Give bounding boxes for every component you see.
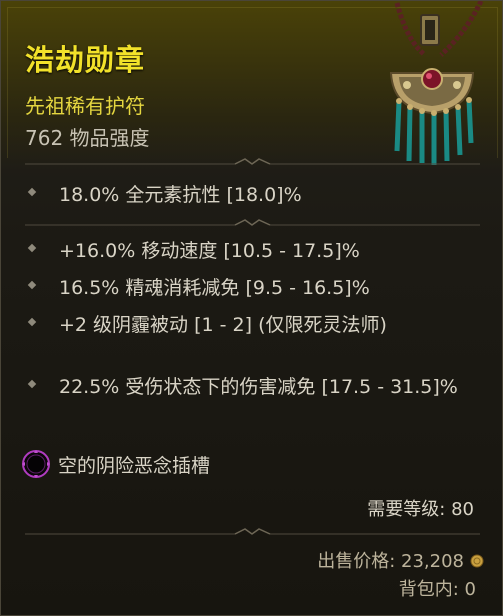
amulet-icon [389,1,484,165]
socket-label: 空的阴险恶念插槽 [58,455,211,477]
affix: +16.0% 移动速度 [10.5 - 17.5]% [27,237,479,266]
affix-bullet-icon [27,317,37,327]
level-requirement: 需要等级: 80 [367,499,474,520]
item-tooltip: 浩劫勋章 先祖稀有护符 762 物品强度 18.0% 全元素抗性 [18.0]%… [0,0,503,616]
item-name: 浩劫勋章 [25,43,146,77]
malignant-socket-icon [22,450,50,478]
section-divider [25,218,480,232]
in-bag-count: 背包内: 0 [398,579,476,600]
affix-text: 18.0% 全元素抗性 [18.0]% [59,184,302,206]
gold-coin-icon [470,554,484,568]
affix: +2 级阴霾被动 [1 - 2] (仅限死灵法师) [27,311,479,340]
implicit-affix: 18.0% 全元素抗性 [18.0]% [27,181,479,210]
affix-text: +2 级阴霾被动 [1 - 2] (仅限死灵法师) [59,314,387,336]
malignant-socket[interactable]: 空的阴险恶念插槽 [21,449,321,479]
affix: 22.5% 受伤状态下的伤害减免 [17.5 - 31.5]% [27,373,479,402]
affix-bullet-icon [27,379,37,389]
affix-bullet-icon [27,280,37,290]
item-power: 762 物品强度 [25,126,150,150]
section-divider [25,157,480,171]
affix-bullet-icon [27,243,37,253]
affix-bullet-icon [27,187,37,197]
affix-text: +16.0% 移动速度 [10.5 - 17.5]% [59,240,360,262]
section-divider [25,527,480,541]
affix: 16.5% 精魂消耗减免 [9.5 - 16.5]% [27,274,479,303]
affix-text: 22.5% 受伤状态下的伤害减免 [17.5 - 31.5]% [59,376,458,398]
sell-price-text: 出售价格: 23,208 [317,551,464,572]
sell-price: 出售价格: 23,208 [317,547,484,573]
affix-text: 16.5% 精魂消耗减免 [9.5 - 16.5]% [59,277,370,299]
item-type: 先祖稀有护符 [25,94,145,118]
